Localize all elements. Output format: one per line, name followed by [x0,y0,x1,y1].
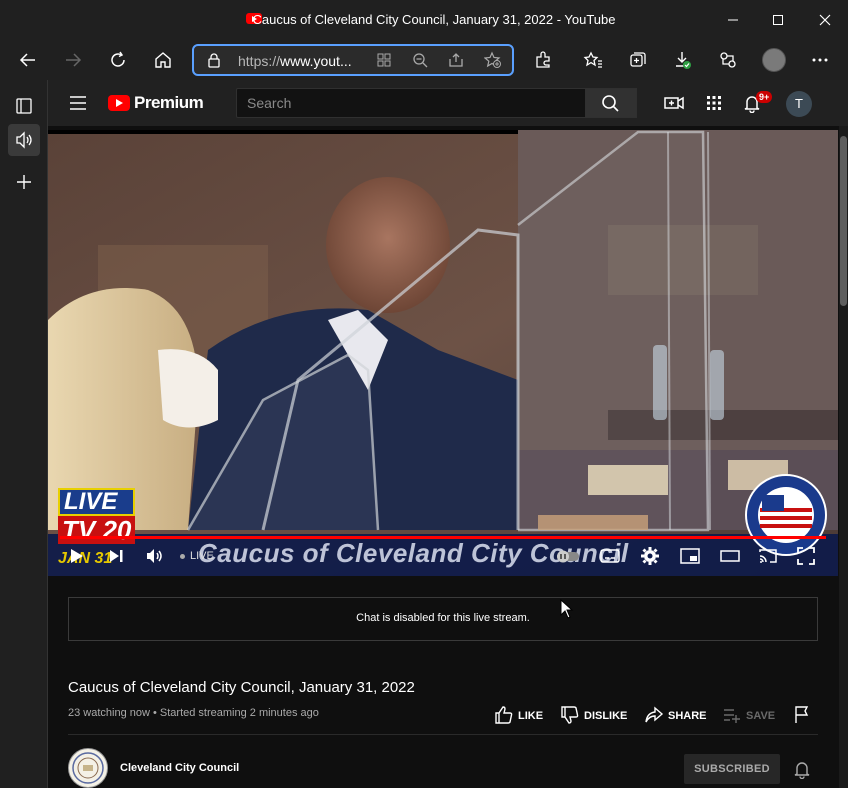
autoplay-toggle-icon[interactable] [556,546,579,566]
back-icon[interactable] [18,50,38,70]
volume-icon[interactable] [144,546,164,566]
section-divider [68,734,818,735]
play-icon[interactable] [66,546,86,566]
live-indicator[interactable]: LIVE [190,550,214,562]
create-video-icon[interactable] [664,93,684,113]
report-flag-icon[interactable] [792,705,812,725]
close-button[interactable] [815,10,835,30]
zoom-out-icon[interactable] [412,52,428,68]
youtube-logo-icon[interactable] [108,95,130,111]
forward-icon[interactable] [63,50,83,70]
app-available-icon[interactable] [376,52,392,68]
tab-actions-icon[interactable] [8,90,40,122]
page-scrollbar[interactable] [839,126,848,788]
next-icon[interactable] [106,546,126,566]
progress-fill [60,536,826,539]
search-box[interactable] [236,88,586,118]
share-icon[interactable] [448,52,464,68]
theater-mode-icon[interactable] [720,546,740,566]
channel-name[interactable]: Cleveland City Council [120,762,239,774]
notification-count-badge: 9+ [756,91,773,103]
progress-bar[interactable] [60,536,826,539]
add-icon[interactable] [8,166,40,198]
chat-disabled-message: Chat is disabled for this live stream. [356,612,530,624]
cast-icon[interactable] [758,546,778,566]
video-frame-image [48,130,838,576]
minimize-button[interactable] [723,10,743,30]
extensions-icon[interactable] [533,50,553,70]
live-dot-icon [180,554,185,559]
miniplayer-icon[interactable] [680,546,700,566]
maximize-button[interactable] [768,10,788,30]
more-icon[interactable] [810,50,830,70]
performance-icon[interactable] [718,50,738,70]
speaker-icon[interactable] [8,124,40,156]
video-meta: 23 watching now • Started streaming 2 mi… [68,707,319,719]
live-chat-box: Chat is disabled for this live stream. [68,597,818,641]
window-title-bar: Caucus of Cleveland City Council, Januar… [0,0,848,40]
mouse-cursor-icon [560,599,574,619]
browser-toolbar: https://www.yout... [0,40,848,80]
home-icon[interactable] [153,50,173,70]
collections-icon[interactable] [628,50,648,70]
settings-gear-icon[interactable] [640,546,660,566]
video-title: Caucus of Cleveland City Council, Januar… [68,679,415,696]
subtitles-icon[interactable] [600,546,620,566]
youtube-logo-text[interactable]: Premium [134,93,204,113]
refresh-icon[interactable] [108,50,128,70]
add-favorite-icon[interactable] [484,51,502,69]
url-text: https://www.yout... [238,53,352,69]
youtube-page: Premium 9+ T [48,80,848,788]
scrollbar-thumb[interactable] [840,136,847,306]
channel-notifications-bell-icon[interactable] [792,759,812,779]
account-avatar[interactable]: T [786,91,812,117]
apps-grid-icon[interactable] [704,93,724,113]
address-bar[interactable]: https://www.yout... [192,44,514,76]
menu-icon[interactable] [68,94,88,112]
browser-sidebar [0,80,48,788]
lock-icon[interactable] [206,52,222,68]
profile-icon[interactable] [762,48,786,72]
search-button[interactable] [585,88,637,118]
window-title: Caucus of Cleveland City Council, Januar… [252,12,616,27]
favorites-icon[interactable] [583,50,603,70]
downloads-icon[interactable] [673,50,693,70]
search-input[interactable] [237,89,585,117]
subscribed-button[interactable]: SUBSCRIBED [684,754,780,784]
channel-avatar[interactable] [68,748,108,788]
fullscreen-icon[interactable] [796,546,816,566]
youtube-header: Premium 9+ T [48,80,848,126]
video-player[interactable]: LIVE TV 20 JAN 31 Caucus of Cleveland Ci… [48,130,838,576]
